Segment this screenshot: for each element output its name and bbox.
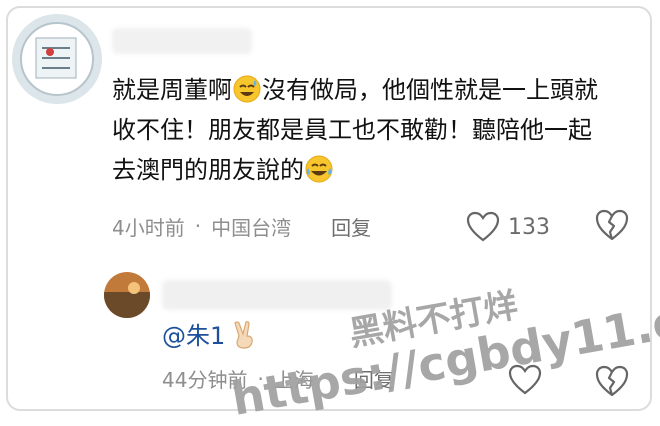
heart-icon [466,211,500,242]
comment-location: 中国台湾 [211,215,292,240]
reply-reply-button[interactable]: 回复 [354,364,394,393]
comment-text-line2: 收不住！朋友都是員工也不敢勸！聽陪他一起 [112,116,592,144]
reply-location: 上海 [273,368,314,392]
reply-body: @朱1 [162,316,257,356]
broken-heart-icon [595,365,629,397]
reply-time: 44分钟前 [162,368,248,392]
comment-text-line1b: 沒有做局，他個性就是一上頭就 [262,76,598,104]
like-count: 133 [508,214,550,240]
like-button[interactable]: 133 [466,208,550,246]
tears-of-joy-emoji-icon [304,154,334,184]
victory-hand-emoji-icon [231,320,257,356]
broken-heart-icon [595,209,629,241]
reply-mention[interactable]: @朱1 [162,322,225,350]
comment-text-line1a: 就是周董啊 [112,76,232,104]
comment-meta: 4小时前 · 中国台湾 回复 [112,208,642,244]
reply-thread: @朱1 44分钟前 · 上海 回复 [100,262,648,408]
dislike-button[interactable] [594,208,630,244]
meta-separator: · [194,214,202,238]
reply-button[interactable]: 回复 [331,212,371,241]
avatar-image [12,14,102,104]
reply-avatar[interactable] [104,272,150,318]
comment-text-line3: 去澳門的朋友說的 [112,156,304,184]
sweat-smile-emoji-icon [232,74,262,104]
username-redacted [112,28,252,54]
reply-meta: 44分钟前 · 上海 回复 [162,364,394,393]
comment-time: 4小时前 [112,215,185,240]
reply-username-redacted [162,280,392,310]
avatar[interactable] [12,14,102,104]
reply-meta-separator: · [257,366,264,391]
reply-like-button[interactable] [508,364,542,400]
reply-dislike-button[interactable] [594,364,630,402]
heart-icon [508,364,542,395]
reply-avatar-image [104,272,150,318]
comment-body: 就是周董啊 沒有做局，他個性就是一上頭就 收不住！朋友都是員工也不敢勸！聽陪他一… [112,70,642,190]
